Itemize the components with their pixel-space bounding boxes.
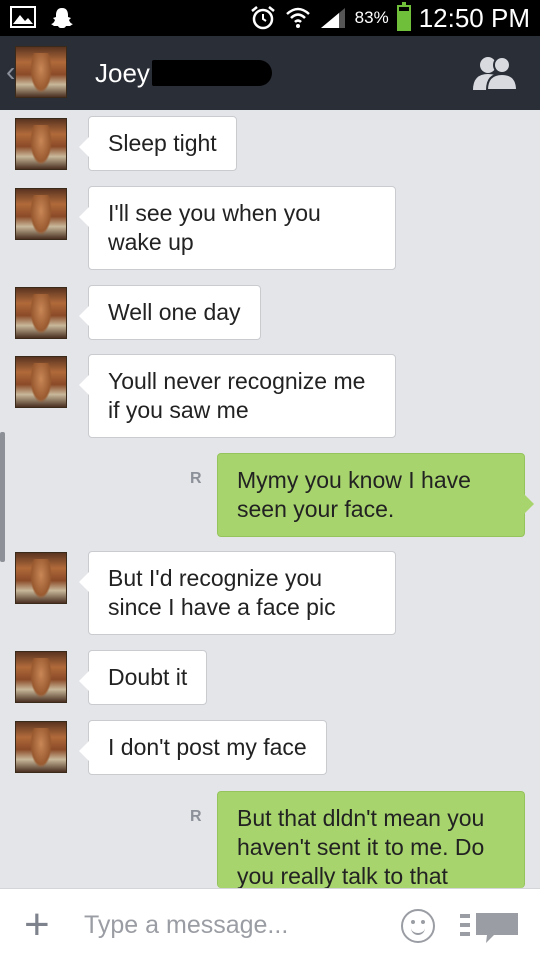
redaction-bar (152, 60, 272, 86)
alarm-icon (250, 6, 275, 30)
sender-avatar[interactable] (15, 356, 67, 408)
plus-icon[interactable]: + (24, 903, 50, 947)
sent-message-bubble[interactable]: But that dldn't mean you haven't sent it… (217, 791, 525, 888)
sent-message-bubble[interactable]: Mymy you know I have seen your face. (217, 453, 534, 537)
battery-percent: 83% (354, 8, 389, 27)
snapchat-icon (51, 8, 73, 28)
status-bar: 83% 12:50 PM (0, 0, 540, 36)
wifi-icon (285, 7, 310, 28)
sender-avatar[interactable] (15, 721, 67, 773)
profile-icon[interactable] (468, 54, 522, 92)
message-text: Mymy you know I have seen your face. (237, 467, 471, 522)
message-bubble[interactable]: Sleep tight (79, 116, 237, 171)
message-text: But I'd recognize you since I have a fac… (108, 565, 336, 620)
read-receipt-icon: R (190, 470, 202, 487)
emoji-icon[interactable] (401, 909, 435, 943)
sender-avatar[interactable] (15, 552, 67, 604)
signal-icon (320, 8, 345, 28)
message-text: I'll see you when you wake up (108, 200, 321, 255)
image-icon (10, 6, 36, 28)
scrollbar[interactable] (0, 432, 5, 562)
battery-icon (396, 2, 411, 31)
message-text: Well one day (108, 299, 241, 325)
message-bubble[interactable]: I don't post my face (79, 720, 327, 775)
message-text: Doubt it (108, 664, 188, 690)
message-bubble[interactable]: Doubt it (78, 650, 208, 705)
sender-avatar[interactable] (15, 287, 67, 339)
message-text: Youll never recognize me if you saw me (108, 368, 366, 423)
status-right: 83% 12:50 PM (249, 0, 530, 36)
sender-avatar[interactable] (15, 651, 67, 703)
chat-header: ‹ Joey . (0, 36, 540, 110)
input-bar: + (0, 888, 540, 960)
clock: 12:50 PM (418, 2, 530, 33)
read-receipt-icon: R (190, 808, 202, 825)
message-input[interactable] (84, 907, 384, 943)
sender-avatar[interactable] (15, 118, 67, 170)
message-bubble[interactable]: Youll never recognize me if you saw me (79, 354, 396, 438)
contact-avatar[interactable] (15, 46, 67, 98)
message-bubble[interactable]: But I'd recognize you since I have a fac… (79, 551, 396, 635)
message-text: Sleep tight (108, 130, 217, 156)
more-options-icon[interactable] (460, 911, 520, 945)
message-text: I don't post my face (108, 734, 307, 760)
notification-icons (10, 6, 74, 30)
message-text: But that dldn't mean you haven't sent it… (237, 805, 485, 888)
message-bubble[interactable]: I'll see you when you wake up (79, 186, 396, 270)
sender-avatar[interactable] (15, 188, 67, 240)
battery-level (398, 10, 409, 29)
message-bubble[interactable]: Well one day (79, 285, 261, 340)
back-button[interactable]: ‹ (6, 56, 15, 88)
